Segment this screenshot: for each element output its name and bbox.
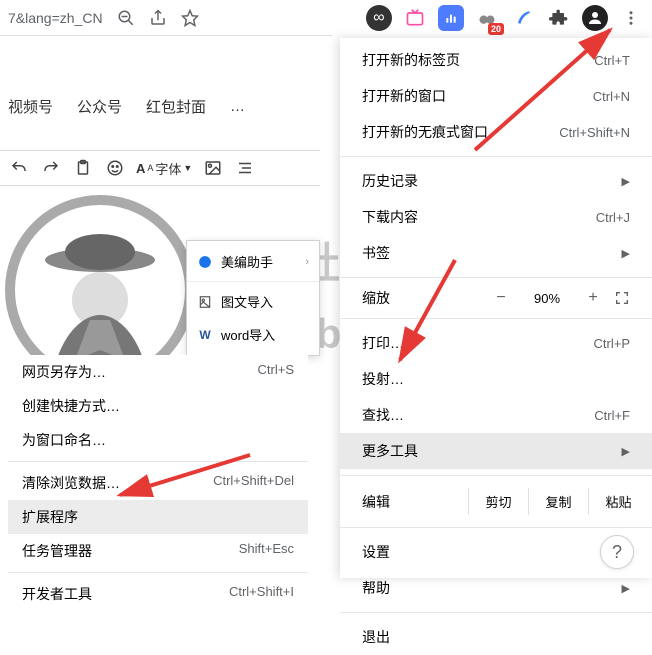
notification-badge: 20 [488,23,504,35]
edit-cut-button[interactable]: 剪切 [468,488,528,515]
emoji-icon[interactable] [104,157,126,179]
menu-help[interactable]: 帮助▶ [340,570,652,606]
image-icon[interactable] [202,157,224,179]
share-icon[interactable] [149,9,167,27]
ctx-img-import[interactable]: 图文导入 [187,285,319,318]
ext-chart-icon[interactable] [438,5,464,31]
zoom-out-icon[interactable] [117,9,135,27]
star-icon[interactable] [181,9,199,27]
submenu-task-manager[interactable]: 任务管理器Shift+Esc [8,534,308,568]
ext-infinity-icon[interactable]: ∞ [366,5,392,31]
chevron-right-icon: › [305,256,309,268]
editor-context-menu: 美编助手 › 图文导入 W word导入 [186,240,320,356]
submenu-create-shortcut[interactable]: 创建快捷方式… [8,389,308,423]
menu-new-tab[interactable]: 打开新的标签页Ctrl+T [340,42,652,78]
doc-img-icon [197,294,213,310]
menu-new-window[interactable]: 打开新的窗口Ctrl+N [340,78,652,114]
submenu-extensions[interactable]: 扩展程序 [8,500,308,534]
menu-exit[interactable]: 退出 [340,619,652,655]
ctx-assistant[interactable]: 美编助手 › [187,245,319,278]
undo-icon[interactable] [8,157,30,179]
chevron-right-icon: ▶ [622,582,630,595]
edit-copy-button[interactable]: 复制 [528,488,588,515]
menu-zoom-row: 缩放 − 90% + [340,284,652,312]
zoom-value: 90% [522,291,572,306]
extensions-puzzle-icon[interactable] [546,5,572,31]
chrome-menu-button[interactable] [618,5,644,31]
indent-icon[interactable] [234,157,256,179]
submenu-clear-data[interactable]: 清除浏览数据…Ctrl+Shift+Del [8,466,308,500]
editor-toolbar: AA 字体 ▼ [0,150,320,186]
tab-more[interactable]: … [230,98,245,115]
chevron-right-icon: ▶ [622,247,630,260]
menu-incognito[interactable]: 打开新的无痕式窗口Ctrl+Shift+N [340,114,652,150]
menu-bookmarks[interactable]: 书签▶ [340,235,652,271]
ext-feather-icon[interactable] [510,5,536,31]
menu-more-tools[interactable]: 更多工具▶ [340,433,652,469]
tab-video[interactable]: 视频号 [8,96,53,117]
edit-paste-button[interactable]: 粘贴 [588,488,648,515]
url-fragment: 7&lang=zh_CN [8,10,103,26]
ext-tv-icon[interactable] [402,5,428,31]
menu-cast[interactable]: 投射… [340,361,652,397]
ctx-word-import[interactable]: W word导入 [187,318,319,351]
font-dropdown[interactable]: AA 字体 ▼ [136,159,192,178]
fullscreen-icon[interactable] [614,290,648,306]
extension-toolbar: ∞ 20 [332,0,652,36]
chrome-main-menu: 打开新的标签页Ctrl+T 打开新的窗口Ctrl+N 打开新的无痕式窗口Ctrl… [340,38,652,578]
tab-gzh[interactable]: 公众号 [77,96,122,117]
globe-icon [197,254,213,270]
menu-find[interactable]: 查找…Ctrl+F [340,397,652,433]
content-tabs: 视频号 公众号 红包封面 … [0,96,253,117]
word-icon: W [197,327,213,343]
submenu-name-window[interactable]: 为窗口命名… [8,423,308,457]
menu-downloads[interactable]: 下载内容Ctrl+J [340,199,652,235]
profile-avatar-icon[interactable] [582,5,608,31]
ext-binoc-icon[interactable]: 20 [474,5,500,31]
chevron-right-icon: ▶ [622,445,630,458]
redo-icon[interactable] [40,157,62,179]
tab-hongbao[interactable]: 红包封面 [146,96,206,117]
clipboard-icon[interactable] [72,157,94,179]
menu-history[interactable]: 历史记录▶ [340,163,652,199]
help-button[interactable]: ? [600,535,634,569]
submenu-dev-tools[interactable]: 开发者工具Ctrl+Shift+I [8,577,308,611]
zoom-plus-button[interactable]: + [572,289,614,307]
chevron-right-icon: ▶ [622,175,630,188]
menu-edit-row: 编辑 剪切 复制 粘贴 [340,482,652,521]
menu-print[interactable]: 打印…Ctrl+P [340,325,652,361]
submenu-save-as[interactable]: 网页另存为…Ctrl+S [8,355,308,389]
more-tools-submenu: 网页另存为…Ctrl+S 创建快捷方式… 为窗口命名… 清除浏览数据…Ctrl+… [8,355,308,611]
zoom-minus-button[interactable]: − [480,289,522,307]
